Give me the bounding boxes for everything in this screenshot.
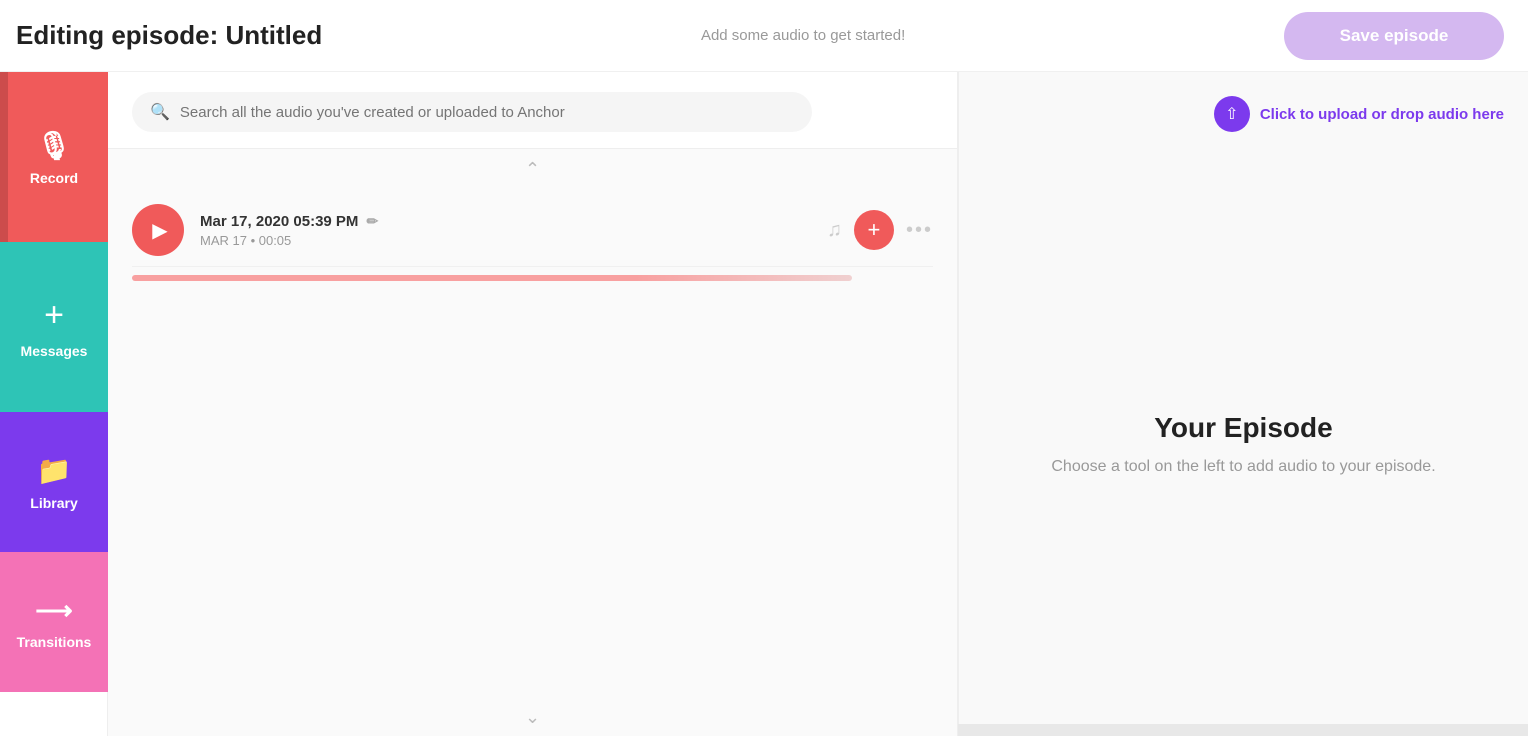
episode-empty-subtitle: Choose a tool on the left to add audio t… — [1051, 458, 1435, 476]
sidebar-item-messages[interactable]: + Messages — [0, 242, 108, 412]
upload-area[interactable]: ⇧ Click to upload or drop audio here — [1214, 96, 1504, 132]
chevron-up-icon: ⌃ — [525, 159, 540, 180]
sidebar-item-label-record: Record — [30, 170, 78, 186]
arrow-icon: ⟶ — [35, 595, 72, 626]
episode-empty-title: Your Episode — [1154, 412, 1332, 444]
add-to-episode-button[interactable]: + — [854, 210, 894, 250]
sidebar-item-label-library: Library — [30, 495, 77, 511]
search-icon: 🔍 — [150, 102, 170, 122]
edit-icon[interactable]: ✏ — [366, 213, 378, 230]
audio-item: ▶ Mar 17, 2020 05:39 PM ✏ MAR 17 • 00:05… — [132, 190, 933, 267]
audio-meta: MAR 17 • 00:05 — [200, 233, 811, 248]
more-options-button[interactable]: ••• — [906, 219, 933, 242]
plus-icon: + — [44, 296, 64, 335]
search-input[interactable] — [180, 104, 794, 121]
sidebar-item-label-messages: Messages — [21, 343, 88, 359]
expand-toggle[interactable]: ⌄ — [108, 699, 957, 736]
page-title: Editing episode: Untitled — [16, 20, 322, 51]
sidebar-item-library[interactable]: 📁 Library — [0, 412, 108, 552]
sidebar-item-transitions[interactable]: ⟶ Transitions — [0, 552, 108, 692]
audio-info: Mar 17, 2020 05:39 PM ✏ MAR 17 • 00:05 — [200, 213, 811, 248]
sidebar: 🎙 Record + Messages 📁 Library ⟶ Transiti… — [0, 72, 108, 736]
audio-list: ▶ Mar 17, 2020 05:39 PM ✏ MAR 17 • 00:05… — [108, 190, 957, 699]
upload-text: Click to upload or drop audio here — [1260, 106, 1504, 123]
audio-title: Mar 17, 2020 05:39 PM ✏ — [200, 213, 811, 230]
header-hint: Add some audio to get started! — [701, 27, 905, 44]
upload-icon: ⇧ — [1214, 96, 1250, 132]
microphone-icon: 🎙 — [36, 129, 72, 162]
sidebar-accent — [0, 72, 8, 242]
search-input-wrap: 🔍 — [132, 92, 812, 132]
music-note-button[interactable]: ♫ — [827, 219, 842, 242]
collapse-toggle[interactable]: ⌃ — [108, 149, 957, 190]
header: Editing episode: Untitled Add some audio… — [0, 0, 1528, 72]
horizontal-scrollbar[interactable] — [958, 724, 1528, 736]
chevron-down-icon: ⌄ — [525, 707, 540, 728]
sidebar-item-label-transitions: Transitions — [17, 634, 92, 650]
save-episode-button[interactable]: Save episode — [1284, 12, 1504, 60]
play-button[interactable]: ▶ — [132, 204, 184, 256]
panels: 🔍 ⌃ ▶ Mar 17, 2020 05:39 PM — [108, 72, 1528, 736]
right-panel: ⇧ Click to upload or drop audio here You… — [958, 72, 1528, 736]
waveform-bar — [132, 275, 852, 281]
main-layout: 🎙 Record + Messages 📁 Library ⟶ Transiti… — [0, 72, 1528, 736]
search-bar: 🔍 — [108, 72, 957, 149]
folder-icon: 📁 — [37, 454, 72, 487]
episode-empty-state: Your Episode Choose a tool on the left t… — [1051, 176, 1435, 712]
audio-actions: ♫ + ••• — [827, 210, 933, 250]
left-panel: 🔍 ⌃ ▶ Mar 17, 2020 05:39 PM — [108, 72, 958, 736]
sidebar-item-record[interactable]: 🎙 Record — [0, 72, 108, 242]
play-icon: ▶ — [152, 218, 167, 243]
